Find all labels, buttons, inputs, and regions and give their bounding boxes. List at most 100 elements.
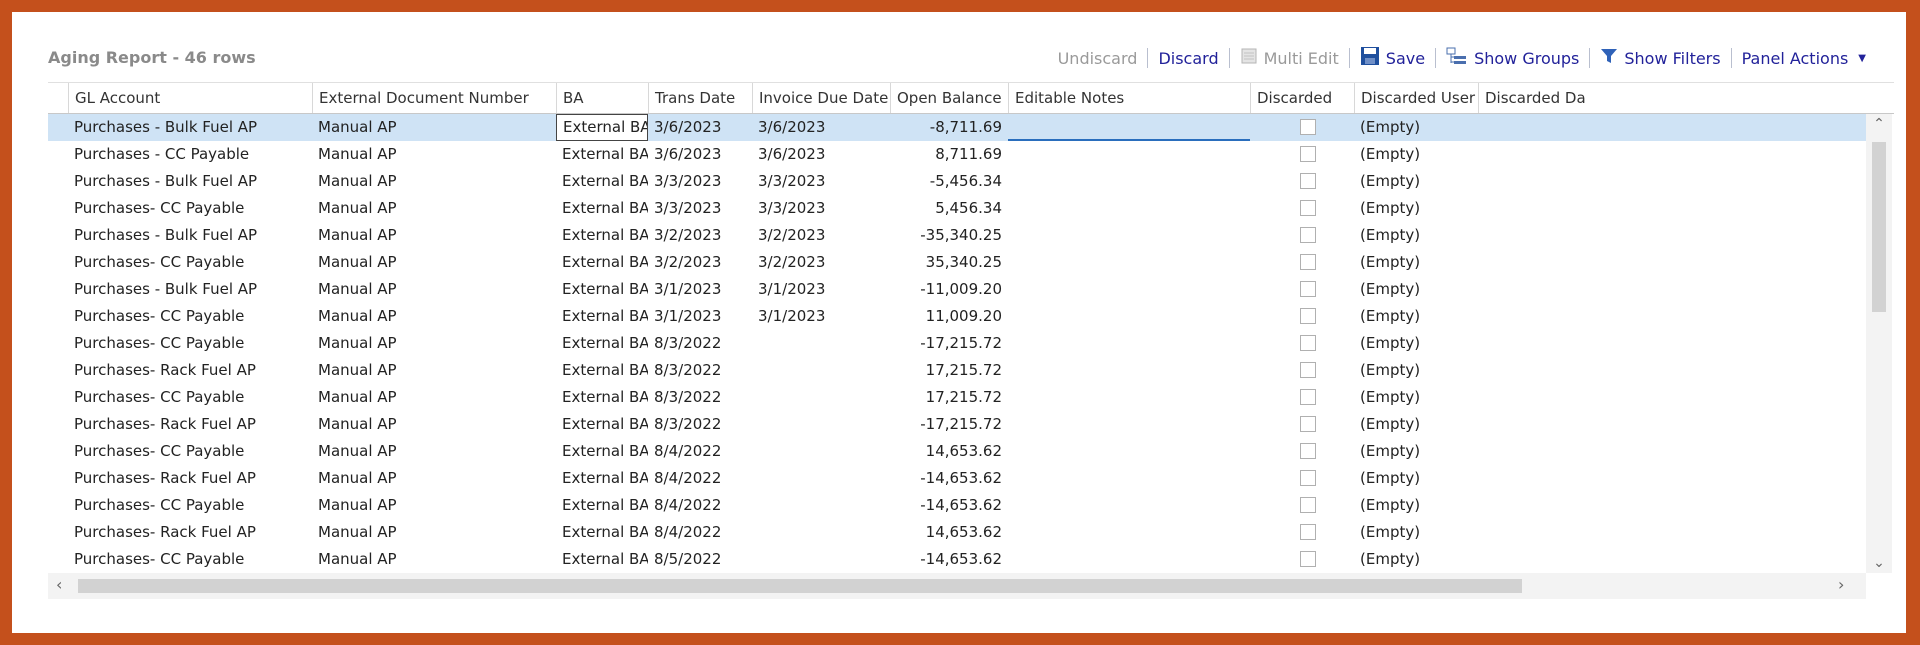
scroll-right-icon[interactable]: › <box>1838 575 1844 594</box>
discarded-date-cell[interactable] <box>1478 195 1866 222</box>
ba-cell[interactable]: External BA <box>556 303 648 330</box>
trans-date-cell[interactable]: 8/5/2022 <box>648 546 752 573</box>
editable-notes-cell[interactable] <box>1008 384 1250 411</box>
discarded-date-cell[interactable] <box>1478 141 1866 168</box>
table-row[interactable]: Purchases- Rack Fuel AP Manual AP External… <box>48 465 1866 492</box>
ba-cell[interactable]: External BA <box>556 411 648 438</box>
discarded-user-cell[interactable]: (Empty) <box>1354 168 1478 195</box>
discarded-user-cell[interactable]: (Empty) <box>1354 249 1478 276</box>
ba-cell[interactable]: External BA <box>556 519 648 546</box>
invoice-due-date-cell[interactable] <box>752 465 890 492</box>
discarded-date-cell[interactable] <box>1478 249 1866 276</box>
open-balance-cell[interactable]: 8,711.69 <box>890 141 1008 168</box>
document-number-cell[interactable]: Manual AP <box>312 222 556 249</box>
gl-account-cell[interactable]: Purchases - Bulk Fuel AP <box>68 222 312 249</box>
discarded-cell[interactable] <box>1250 465 1354 492</box>
discarded-user-cell[interactable]: (Empty) <box>1354 411 1478 438</box>
discarded-user-cell[interactable]: (Empty) <box>1354 195 1478 222</box>
multi-edit-button[interactable]: Multi Edit <box>1240 47 1339 69</box>
ba-cell[interactable]: External BA <box>556 249 648 276</box>
ba-cell[interactable]: External BA <box>556 492 648 519</box>
scroll-left-icon[interactable]: ‹ <box>56 575 62 594</box>
save-button[interactable]: Save <box>1360 46 1425 70</box>
ba-cell[interactable]: External BA <box>556 141 648 168</box>
horizontal-scroll-thumb[interactable] <box>78 579 1522 593</box>
open-balance-cell[interactable]: 5,456.34 <box>890 195 1008 222</box>
discarded-cell[interactable] <box>1250 357 1354 384</box>
open-balance-cell[interactable]: -11,009.20 <box>890 276 1008 303</box>
discarded-checkbox[interactable] <box>1300 497 1316 513</box>
discarded-date-cell[interactable] <box>1478 330 1866 357</box>
open-balance-cell[interactable]: -14,653.62 <box>890 492 1008 519</box>
document-number-cell[interactable]: Manual AP <box>312 141 556 168</box>
discarded-date-cell[interactable] <box>1478 276 1866 303</box>
discarded-cell[interactable] <box>1250 411 1354 438</box>
table-row[interactable]: Purchases - CC Payable Manual AP External … <box>48 141 1866 168</box>
column-header-discarded-user[interactable]: Discarded User <box>1354 83 1478 113</box>
invoice-due-date-cell[interactable] <box>752 384 890 411</box>
document-number-cell[interactable]: Manual AP <box>312 438 556 465</box>
ba-cell[interactable]: External BA <box>556 465 648 492</box>
editable-notes-cell[interactable] <box>1008 168 1250 195</box>
table-row[interactable]: Purchases- Rack Fuel AP Manual AP External… <box>48 411 1866 438</box>
discarded-cell[interactable] <box>1250 249 1354 276</box>
trans-date-cell[interactable]: 3/3/2023 <box>648 195 752 222</box>
discarded-date-cell[interactable] <box>1478 465 1866 492</box>
editable-notes-cell[interactable] <box>1008 357 1250 384</box>
document-number-cell[interactable]: Manual AP <box>312 492 556 519</box>
discarded-date-cell[interactable] <box>1478 411 1866 438</box>
discarded-user-cell[interactable]: (Empty) <box>1354 276 1478 303</box>
discarded-checkbox[interactable] <box>1300 524 1316 540</box>
editable-notes-cell[interactable] <box>1008 330 1250 357</box>
gl-account-cell[interactable]: Purchases- Rack Fuel AP <box>68 519 312 546</box>
open-balance-cell[interactable]: -5,456.34 <box>890 168 1008 195</box>
gl-account-cell[interactable]: Purchases- CC Payable <box>68 384 312 411</box>
undiscard-button[interactable]: Undiscard <box>1058 49 1138 68</box>
open-balance-cell[interactable]: 35,340.25 <box>890 249 1008 276</box>
open-balance-cell[interactable]: 17,215.72 <box>890 384 1008 411</box>
document-number-cell[interactable]: Manual AP <box>312 384 556 411</box>
trans-date-cell[interactable]: 3/2/2023 <box>648 249 752 276</box>
document-number-cell[interactable]: Manual AP <box>312 357 556 384</box>
table-row[interactable]: Purchases- Rack Fuel AP Manual AP External… <box>48 519 1866 546</box>
trans-date-cell[interactable]: 3/1/2023 <box>648 276 752 303</box>
editable-notes-cell[interactable] <box>1008 465 1250 492</box>
discarded-date-cell[interactable] <box>1478 168 1866 195</box>
trans-date-cell[interactable]: 8/4/2022 <box>648 519 752 546</box>
trans-date-cell[interactable]: 8/3/2022 <box>648 330 752 357</box>
discarded-checkbox[interactable] <box>1300 281 1316 297</box>
invoice-due-date-cell[interactable]: 3/3/2023 <box>752 168 890 195</box>
editable-notes-cell[interactable] <box>1008 519 1250 546</box>
editable-notes-cell[interactable] <box>1008 195 1250 222</box>
open-balance-cell[interactable]: -35,340.25 <box>890 222 1008 249</box>
discarded-date-cell[interactable] <box>1478 546 1866 573</box>
discarded-cell[interactable] <box>1250 276 1354 303</box>
open-balance-cell[interactable]: -17,215.72 <box>890 411 1008 438</box>
discarded-checkbox[interactable] <box>1300 308 1316 324</box>
table-row[interactable]: Purchases- CC Payable Manual AP External B… <box>48 492 1866 519</box>
trans-date-cell[interactable]: 8/3/2022 <box>648 384 752 411</box>
gl-account-cell[interactable]: Purchases - Bulk Fuel AP <box>68 114 312 141</box>
trans-date-cell[interactable]: 3/1/2023 <box>648 303 752 330</box>
open-balance-cell[interactable]: 11,009.20 <box>890 303 1008 330</box>
discarded-checkbox[interactable] <box>1300 119 1316 135</box>
open-balance-cell[interactable]: 14,653.62 <box>890 438 1008 465</box>
editable-notes-cell[interactable] <box>1008 546 1250 573</box>
scroll-down-icon[interactable]: ⌄ <box>1866 555 1892 571</box>
ba-cell[interactable]: External BA <box>556 168 648 195</box>
discarded-checkbox[interactable] <box>1300 470 1316 486</box>
discarded-user-cell[interactable]: (Empty) <box>1354 492 1478 519</box>
document-number-cell[interactable]: Manual AP <box>312 411 556 438</box>
vertical-scrollbar[interactable]: ⌃ ⌄ <box>1866 114 1892 573</box>
editable-notes-cell[interactable] <box>1008 492 1250 519</box>
document-number-cell[interactable]: Manual AP <box>312 249 556 276</box>
discarded-user-cell[interactable]: (Empty) <box>1354 465 1478 492</box>
gl-account-cell[interactable]: Purchases - Bulk Fuel AP <box>68 276 312 303</box>
document-number-cell[interactable]: Manual AP <box>312 114 556 141</box>
ba-cell[interactable]: External BA <box>556 114 648 141</box>
ba-cell[interactable]: External BA <box>556 438 648 465</box>
discarded-user-cell[interactable]: (Empty) <box>1354 438 1478 465</box>
discarded-user-cell[interactable]: (Empty) <box>1354 330 1478 357</box>
discarded-checkbox[interactable] <box>1300 254 1316 270</box>
ba-cell[interactable]: External BA <box>556 276 648 303</box>
